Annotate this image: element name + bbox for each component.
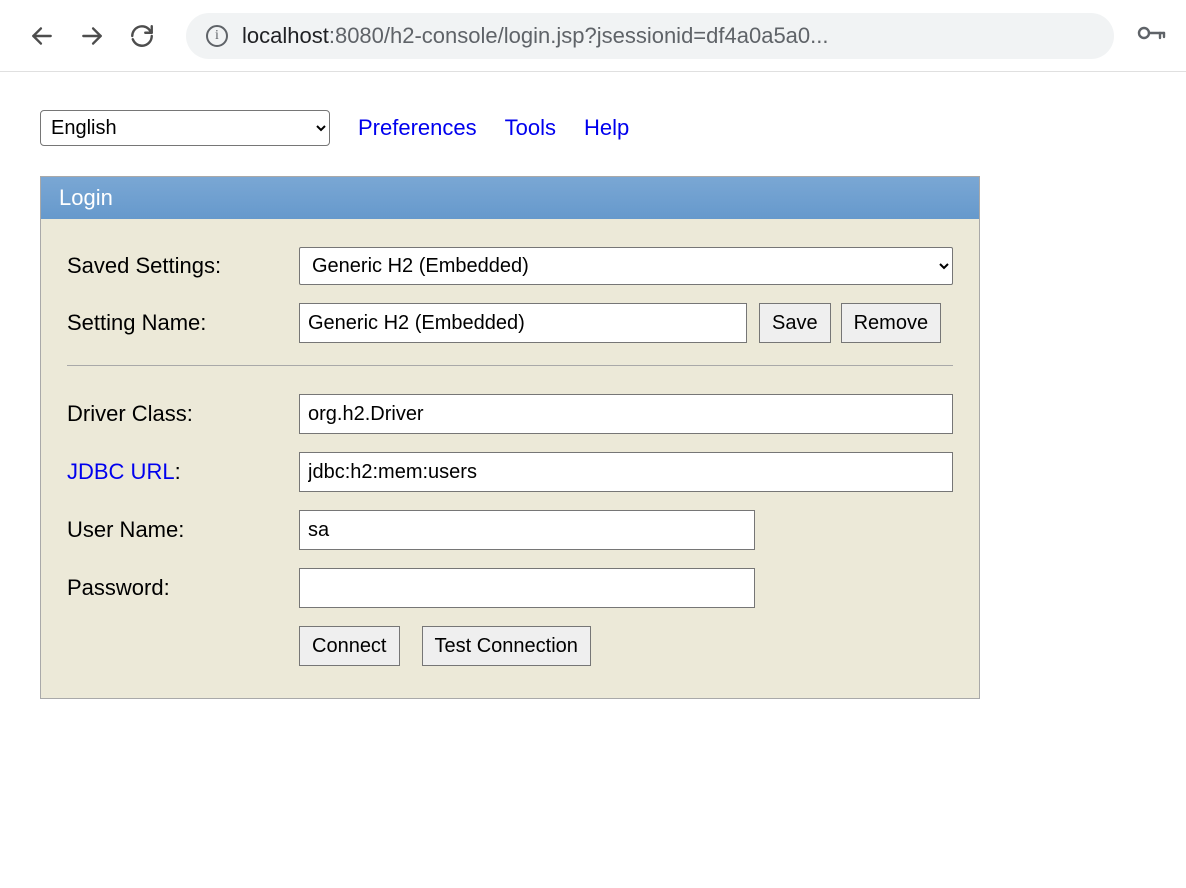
tools-link[interactable]: Tools — [505, 115, 556, 141]
browser-toolbar: i localhost:8080/h2-console/login.jsp?js… — [0, 0, 1186, 72]
site-info-icon[interactable]: i — [206, 25, 228, 47]
row-password: Password: — [67, 568, 953, 608]
label-user-name: User Name: — [67, 517, 299, 543]
driver-class-input[interactable] — [299, 394, 953, 434]
login-panel-title: Login — [41, 177, 979, 219]
help-link[interactable]: Help — [584, 115, 629, 141]
url-text: localhost:8080/h2-console/login.jsp?jses… — [242, 23, 828, 49]
jdbc-url-link[interactable]: JDBC URL — [67, 459, 175, 484]
save-button[interactable]: Save — [759, 303, 831, 343]
label-setting-name: Setting Name: — [67, 310, 299, 336]
user-name-input[interactable] — [299, 510, 755, 550]
login-panel: Login Saved Settings: Generic H2 (Embedd… — [40, 176, 980, 699]
url-path: :8080/h2-console/login.jsp?jsessionid=df… — [329, 23, 829, 48]
row-setting-name: Setting Name: Save Remove — [67, 303, 953, 343]
row-jdbc-url: JDBC URL: — [67, 452, 953, 492]
key-icon — [1136, 23, 1166, 43]
connect-button[interactable]: Connect — [299, 626, 400, 666]
address-bar[interactable]: i localhost:8080/h2-console/login.jsp?js… — [186, 13, 1114, 59]
forward-button[interactable] — [78, 22, 106, 50]
top-row: English Preferences Tools Help — [40, 110, 1186, 146]
jdbc-url-colon: : — [175, 459, 181, 484]
label-driver-class: Driver Class: — [67, 401, 299, 427]
divider — [67, 365, 953, 366]
nav-icons — [28, 22, 156, 50]
reload-icon — [129, 23, 155, 49]
row-user-name: User Name: — [67, 510, 953, 550]
url-host: localhost — [242, 23, 329, 48]
back-button[interactable] — [28, 22, 56, 50]
remove-button[interactable]: Remove — [841, 303, 941, 343]
password-input[interactable] — [299, 568, 755, 608]
label-password: Password: — [67, 575, 299, 601]
action-row: Connect Test Connection — [299, 626, 953, 666]
password-key-icon[interactable] — [1136, 23, 1166, 49]
jdbc-url-input[interactable] — [299, 452, 953, 492]
label-saved-settings: Saved Settings: — [67, 253, 299, 279]
label-jdbc-url: JDBC URL: — [67, 459, 299, 485]
arrow-left-icon — [29, 23, 55, 49]
reload-button[interactable] — [128, 22, 156, 50]
test-connection-button[interactable]: Test Connection — [422, 626, 591, 666]
page-content: English Preferences Tools Help Login Sav… — [0, 72, 1186, 699]
preferences-link[interactable]: Preferences — [358, 115, 477, 141]
row-saved-settings: Saved Settings: Generic H2 (Embedded) — [67, 247, 953, 285]
setting-buttons: Save Remove — [759, 303, 941, 343]
saved-settings-select[interactable]: Generic H2 (Embedded) — [299, 247, 953, 285]
arrow-right-icon — [79, 23, 105, 49]
row-driver-class: Driver Class: — [67, 394, 953, 434]
language-select[interactable]: English — [40, 110, 330, 146]
setting-name-input[interactable] — [299, 303, 747, 343]
login-panel-body: Saved Settings: Generic H2 (Embedded) Se… — [41, 219, 979, 698]
